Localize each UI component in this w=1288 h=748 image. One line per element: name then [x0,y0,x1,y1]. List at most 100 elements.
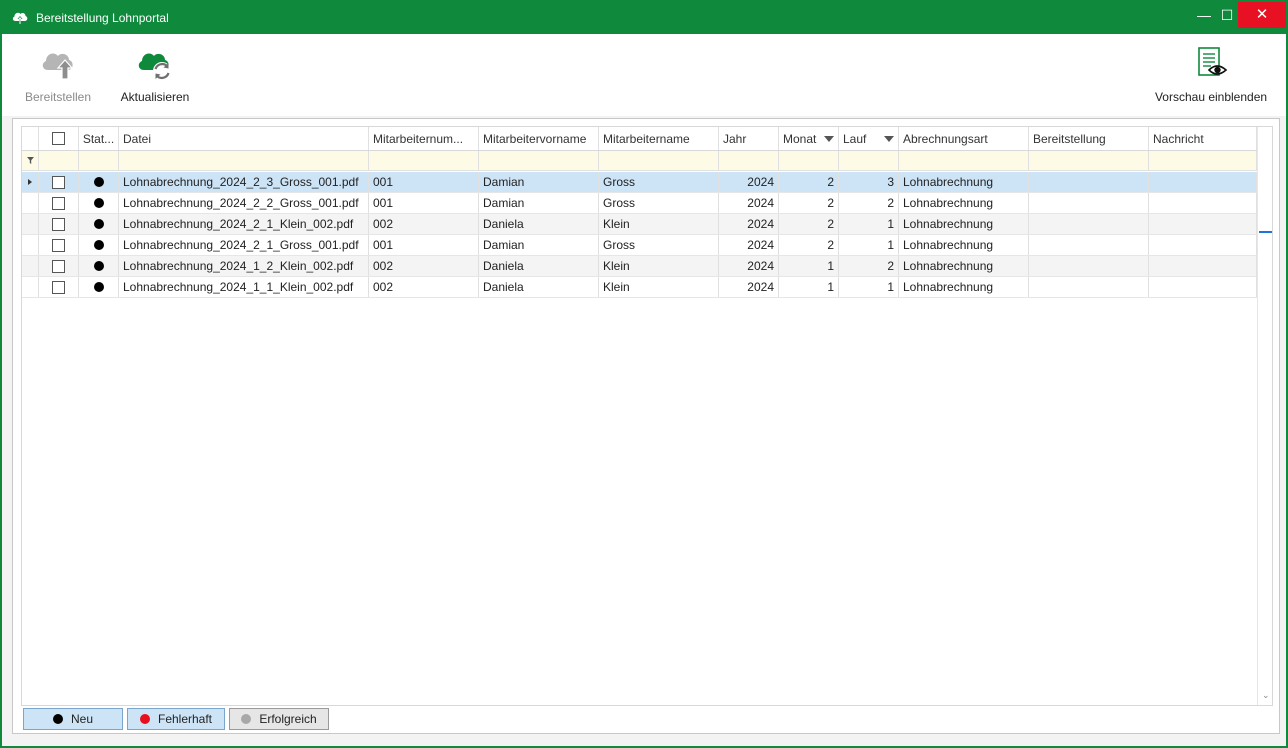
cell-jahr[interactable]: 2024 [719,172,779,192]
cell-bereitstellung[interactable] [1029,172,1149,192]
scroll-down-icon[interactable]: ⌄ [1262,690,1270,701]
cell-datei[interactable]: Lohnabrechnung_2024_2_3_Gross_001.pdf [119,172,369,192]
cell-abrechnungsart[interactable]: Lohnabrechnung [899,214,1029,234]
filter-cell-bereitstellung[interactable] [1029,151,1149,170]
cell-datei[interactable]: Lohnabrechnung_2024_1_2_Klein_002.pdf [119,256,369,276]
column-header-monat[interactable]: Monat [779,127,839,150]
filter-cell-datei[interactable] [119,151,369,170]
cell-mitarbeitervorname[interactable]: Damian [479,235,599,255]
cell-mitarbeiternummer[interactable]: 002 [369,214,479,234]
cell-abrechnungsart[interactable]: Lohnabrechnung [899,193,1029,213]
cell-jahr[interactable]: 2024 [719,256,779,276]
scrollbar-thumb[interactable] [1259,231,1272,233]
filter-cell-mitarbeitername[interactable] [599,151,719,170]
column-header-mitarbeitervorname[interactable]: Mitarbeitervorname [479,127,599,150]
column-header-nachricht[interactable]: Nachricht [1149,127,1257,150]
title-bar[interactable]: Bereitstellung Lohnportal — ☐ ✕ [2,2,1286,34]
column-header-lauf[interactable]: Lauf [839,127,899,150]
cell-mitarbeitervorname[interactable]: Daniela [479,277,599,297]
cell-lauf[interactable]: 1 [839,235,899,255]
cell-nachricht[interactable] [1149,193,1257,213]
cell-mitarbeiternummer[interactable]: 001 [369,193,479,213]
cell-nachricht[interactable] [1149,235,1257,255]
cell-lauf[interactable]: 1 [839,277,899,297]
aktualisieren-button[interactable]: Aktualisieren [114,34,196,114]
filter-erfolgreich-button[interactable]: Erfolgreich [229,708,329,730]
cell-mitarbeitervorname[interactable]: Damian [479,172,599,192]
cell-nachricht[interactable] [1149,172,1257,192]
filter-cell-nachricht[interactable] [1149,151,1257,170]
cell-lauf[interactable]: 2 [839,256,899,276]
cell-bereitstellung[interactable] [1029,235,1149,255]
filter-fehlerhaft-button[interactable]: Fehlerhaft [127,708,225,730]
row-checkbox[interactable] [52,196,65,210]
table-row[interactable]: Lohnabrechnung_2024_1_1_Klein_002.pdf 00… [22,277,1257,298]
bereitstellen-button[interactable]: Bereitstellen [16,34,100,114]
cell-monat[interactable]: 1 [779,256,839,276]
cell-bereitstellung[interactable] [1029,214,1149,234]
cell-mitarbeitervorname[interactable]: Daniela [479,214,599,234]
column-header-mitarbeiternummer[interactable]: Mitarbeiternum... [369,127,479,150]
cell-mitarbeitername[interactable]: Gross [599,193,719,213]
filter-cell-jahr[interactable] [719,151,779,170]
filter-cell-lauf[interactable] [839,151,899,170]
cell-monat[interactable]: 2 [779,193,839,213]
cell-jahr[interactable]: 2024 [719,193,779,213]
column-header-mitarbeitername[interactable]: Mitarbeitername [599,127,719,150]
cell-mitarbeiternummer[interactable]: 001 [369,172,479,192]
cell-mitarbeiternummer[interactable]: 002 [369,277,479,297]
cell-lauf[interactable]: 2 [839,193,899,213]
table-row[interactable]: Lohnabrechnung_2024_2_1_Klein_002.pdf 00… [22,214,1257,235]
cell-abrechnungsart[interactable]: Lohnabrechnung [899,235,1029,255]
column-header-datei[interactable]: Datei [119,127,369,150]
row-checkbox[interactable] [52,238,65,252]
cell-mitarbeitername[interactable]: Klein [599,277,719,297]
cell-datei[interactable]: Lohnabrechnung_2024_1_1_Klein_002.pdf [119,277,369,297]
cell-monat[interactable]: 2 [779,214,839,234]
filter-cell-monat[interactable] [779,151,839,170]
cell-monat[interactable]: 2 [779,172,839,192]
cell-mitarbeiternummer[interactable]: 002 [369,256,479,276]
cell-abrechnungsart[interactable]: Lohnabrechnung [899,277,1029,297]
cell-mitarbeitername[interactable]: Klein [599,256,719,276]
row-checkbox[interactable] [52,175,65,189]
close-button[interactable]: ✕ [1238,2,1286,28]
filter-cell-status[interactable] [79,151,119,170]
cell-datei[interactable]: Lohnabrechnung_2024_2_1_Gross_001.pdf [119,235,369,255]
cell-lauf[interactable]: 1 [839,214,899,234]
filter-cell[interactable] [39,151,79,170]
row-checkbox[interactable] [52,259,65,273]
column-header-abrechnungsart[interactable]: Abrechnungsart [899,127,1029,150]
table-row[interactable]: Lohnabrechnung_2024_2_1_Gross_001.pdf 00… [22,235,1257,256]
table-row[interactable]: Lohnabrechnung_2024_2_3_Gross_001.pdf 00… [22,172,1257,193]
cell-datei[interactable]: Lohnabrechnung_2024_2_1_Klein_002.pdf [119,214,369,234]
cell-nachricht[interactable] [1149,277,1257,297]
table-row[interactable]: Lohnabrechnung_2024_2_2_Gross_001.pdf 00… [22,193,1257,214]
select-all-checkbox[interactable] [52,132,65,145]
row-checkbox[interactable] [52,217,65,231]
cell-jahr[interactable]: 2024 [719,235,779,255]
cell-bereitstellung[interactable] [1029,193,1149,213]
vertical-scrollbar[interactable]: ⌄ [1257,127,1272,705]
cell-monat[interactable]: 1 [779,277,839,297]
cell-jahr[interactable]: 2024 [719,277,779,297]
cell-nachricht[interactable] [1149,256,1257,276]
cell-mitarbeitername[interactable]: Klein [599,214,719,234]
table-row[interactable]: Lohnabrechnung_2024_1_2_Klein_002.pdf 00… [22,256,1257,277]
filter-cell-mitarbeitervorname[interactable] [479,151,599,170]
cell-bereitstellung[interactable] [1029,277,1149,297]
cell-mitarbeitername[interactable]: Gross [599,235,719,255]
cell-bereitstellung[interactable] [1029,256,1149,276]
cell-monat[interactable]: 2 [779,235,839,255]
filter-cell-abrechnungsart[interactable] [899,151,1029,170]
column-header-bereitstellung[interactable]: Bereitstellung [1029,127,1149,150]
cell-mitarbeitervorname[interactable]: Damian [479,193,599,213]
cell-nachricht[interactable] [1149,214,1257,234]
cell-datei[interactable]: Lohnabrechnung_2024_2_2_Gross_001.pdf [119,193,369,213]
column-header-status[interactable]: Stat... [79,127,119,150]
vorschau-einblenden-button[interactable]: Vorschau einblenden [1148,34,1274,114]
cell-jahr[interactable]: 2024 [719,214,779,234]
cell-abrechnungsart[interactable]: Lohnabrechnung [899,172,1029,192]
row-checkbox[interactable] [52,280,65,294]
filter-cell-mitarbeiternummer[interactable] [369,151,479,170]
